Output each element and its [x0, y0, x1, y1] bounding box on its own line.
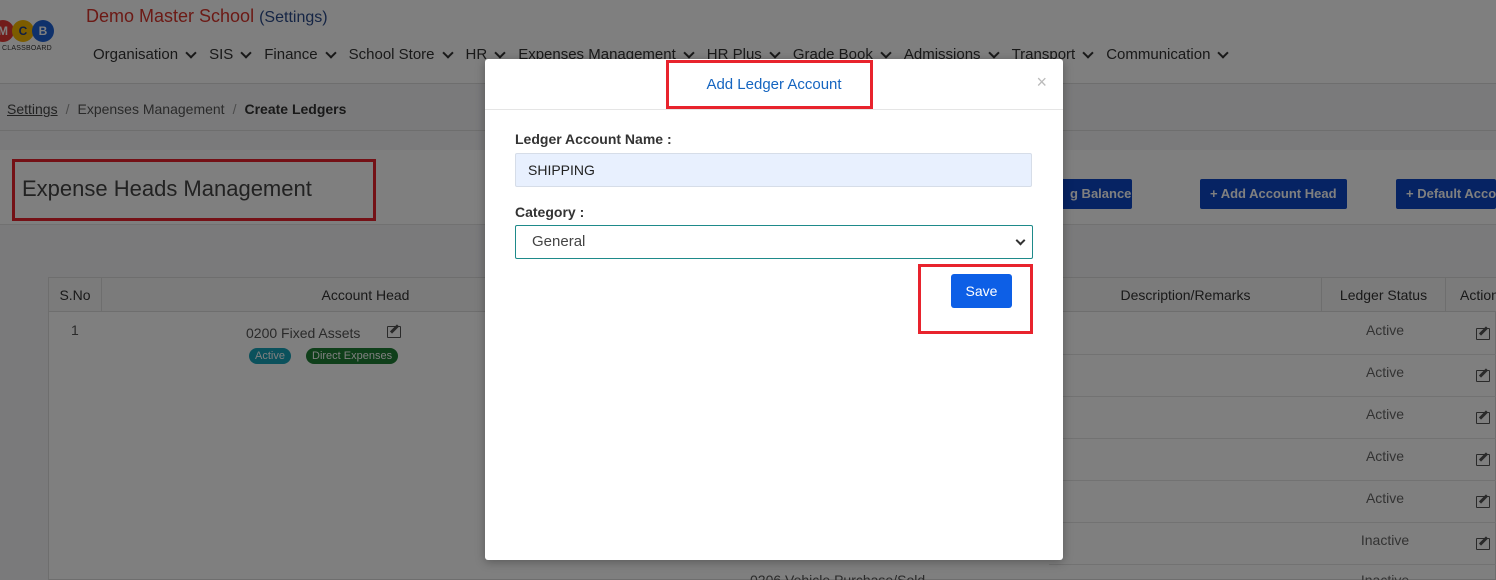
close-icon[interactable]: ×	[1036, 72, 1047, 93]
ledger-name-label: Ledger Account Name :	[515, 131, 672, 147]
ledger-name-input[interactable]: SHIPPING	[515, 153, 1032, 187]
category-select[interactable]: General	[515, 225, 1033, 259]
category-selected-value: General	[532, 233, 586, 250]
category-label: Category :	[515, 204, 585, 220]
highlight-box-save	[918, 264, 1033, 334]
chevron-down-icon	[1015, 235, 1026, 246]
highlight-box-modal-title	[666, 60, 873, 109]
